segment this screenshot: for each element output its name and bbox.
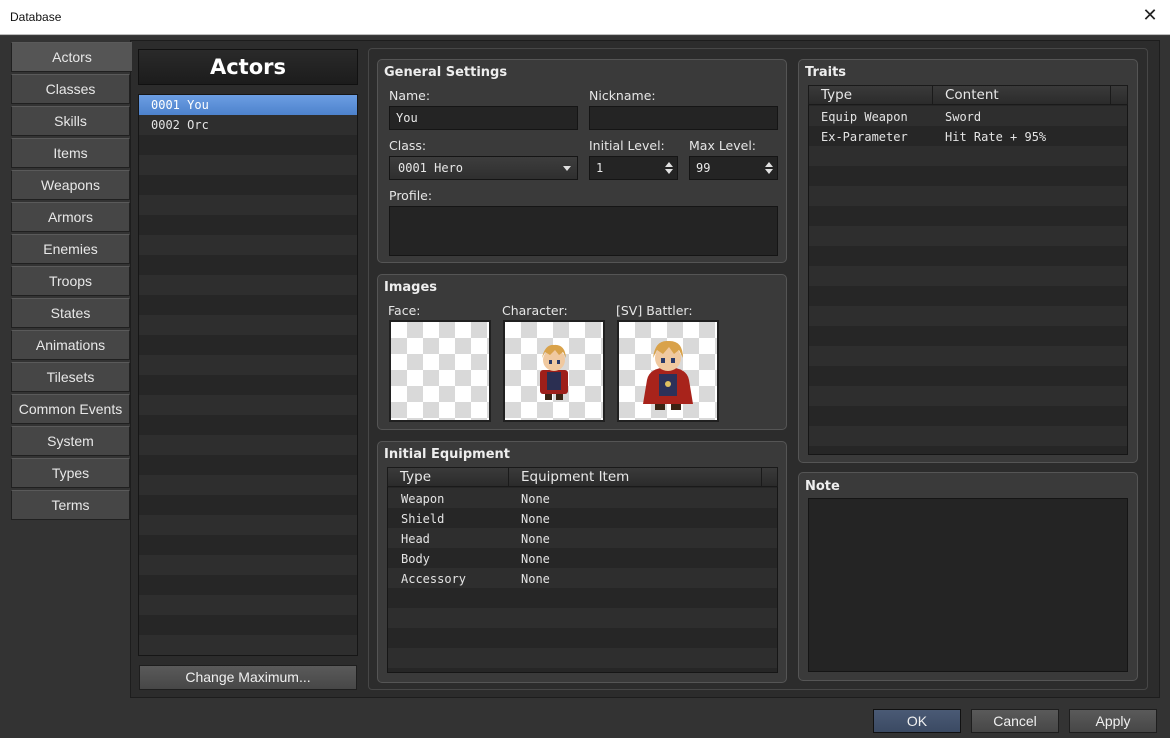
equipment-column-type[interactable]: Type (388, 468, 509, 486)
change-maximum-button[interactable]: Change Maximum... (139, 665, 357, 690)
category-tab-types[interactable]: Types (11, 458, 130, 488)
character-label: Character: (502, 303, 568, 318)
category-tab-animations[interactable]: Animations (11, 330, 130, 360)
class-label: Class: (389, 138, 427, 153)
initial-equipment-title: Initial Equipment (384, 447, 511, 462)
nickname-label: Nickname: (589, 88, 656, 103)
spin-up-icon[interactable] (665, 162, 673, 167)
traits-column-content[interactable]: Content (933, 86, 1111, 104)
battler-image-slot[interactable] (617, 320, 719, 422)
spin-down-icon[interactable] (665, 169, 673, 174)
actor-list-header: Actors (138, 49, 358, 85)
max-level-stepper[interactable]: 99 (689, 156, 778, 180)
traits-title: Traits (805, 65, 847, 80)
general-settings-group: General Settings Name: You Nickname: Cla… (377, 59, 787, 263)
category-tab-weapons[interactable]: Weapons (11, 170, 130, 200)
note-textarea[interactable] (808, 498, 1128, 672)
spin-down-icon[interactable] (765, 169, 773, 174)
category-tab-terms[interactable]: Terms (11, 490, 130, 520)
face-image-slot[interactable] (389, 320, 491, 422)
equipment-item-cell[interactable]: None (521, 569, 550, 589)
note-title: Note (805, 479, 840, 494)
general-settings-title: General Settings (384, 65, 508, 80)
face-label: Face: (388, 303, 421, 318)
initial-level-label: Initial Level: (589, 138, 665, 153)
character-image-slot[interactable] (503, 320, 605, 422)
apply-button[interactable]: Apply (1069, 709, 1157, 733)
battler-sprite-icon (643, 340, 693, 410)
category-tab-classes[interactable]: Classes (11, 74, 130, 104)
ok-button[interactable]: OK (873, 709, 961, 733)
window-title: Database (10, 10, 62, 24)
images-title: Images (384, 280, 438, 295)
category-tab-enemies[interactable]: Enemies (11, 234, 130, 264)
equipment-type-cell[interactable]: Weapon (401, 489, 444, 509)
category-tab-tilesets[interactable]: Tilesets (11, 362, 130, 392)
trait-type-cell[interactable]: Equip Weapon (821, 107, 908, 127)
category-tab-common-events[interactable]: Common Events (11, 394, 130, 424)
profile-textarea[interactable] (389, 206, 778, 256)
window-titlebar: Database ✕ (0, 0, 1170, 35)
max-level-label: Max Level: (689, 138, 757, 153)
equipment-table-header: Type Equipment Item (387, 467, 778, 487)
cancel-button[interactable]: Cancel (971, 709, 1059, 733)
profile-label: Profile: (389, 188, 433, 203)
actor-list-item[interactable]: 0002 Orc (139, 115, 357, 135)
category-tab-actors[interactable]: Actors (11, 42, 132, 72)
trait-content-cell[interactable]: Sword (945, 107, 981, 127)
actor-list[interactable]: 0001 You 0002 Orc (138, 94, 358, 656)
class-select[interactable]: 0001 Hero (389, 156, 578, 180)
equipment-type-cell[interactable]: Shield (401, 509, 444, 529)
equipment-item-cell[interactable]: None (521, 549, 550, 569)
equipment-item-cell[interactable]: None (521, 489, 550, 509)
category-tab-armors[interactable]: Armors (11, 202, 130, 232)
traits-table-header: Type Content (808, 85, 1128, 105)
initial-level-stepper[interactable]: 1 (589, 156, 678, 180)
traits-column-type[interactable]: Type (809, 86, 933, 104)
chevron-down-icon (563, 166, 571, 171)
equipment-type-cell[interactable]: Body (401, 549, 430, 569)
nickname-field[interactable] (589, 106, 778, 130)
category-tab-states[interactable]: States (11, 298, 130, 328)
max-level-value: 99 (696, 161, 711, 175)
category-tab-skills[interactable]: Skills (11, 106, 130, 136)
equipment-item-cell[interactable]: None (521, 529, 550, 549)
equipment-item-cell[interactable]: None (521, 509, 550, 529)
name-field[interactable]: You (389, 106, 578, 130)
class-select-value: 0001 Hero (398, 161, 464, 175)
category-tab-troops[interactable]: Troops (11, 266, 130, 296)
images-group: Images Face: Character: [SV] Battler: (377, 274, 787, 430)
close-icon[interactable]: ✕ (1140, 6, 1160, 26)
category-tab-items[interactable]: Items (11, 138, 130, 168)
category-tab-system[interactable]: System (11, 426, 130, 456)
name-label: Name: (389, 88, 431, 103)
trait-type-cell[interactable]: Ex-Parameter (821, 127, 908, 147)
character-sprite-icon (540, 344, 568, 400)
battler-label: [SV] Battler: (616, 303, 693, 318)
equipment-column-item[interactable]: Equipment Item (509, 468, 762, 486)
actor-list-item[interactable]: 0001 You (139, 95, 357, 115)
spin-up-icon[interactable] (765, 162, 773, 167)
equipment-type-cell[interactable]: Accessory (401, 569, 466, 589)
equipment-type-cell[interactable]: Head (401, 529, 430, 549)
initial-level-value: 1 (596, 161, 604, 175)
trait-content-cell[interactable]: Hit Rate + 95% (945, 127, 1046, 147)
